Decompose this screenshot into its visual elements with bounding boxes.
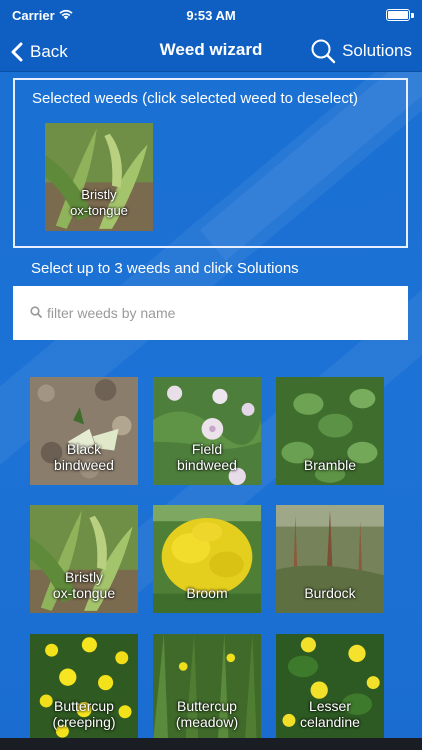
weed-label: Buttercup (meadow) (175, 698, 239, 730)
weed-tile-burdock[interactable]: Burdock (276, 505, 384, 613)
weed-label: Bramble (303, 457, 357, 473)
selected-weed-bristly-ox-tongue[interactable]: Bristly ox-tongue (45, 123, 153, 231)
battery-icon (386, 9, 410, 21)
search-bar (13, 286, 408, 340)
weed-tile-broom[interactable]: Broom (153, 505, 261, 613)
search-input[interactable] (47, 300, 397, 326)
selected-weed-label: Bristly ox-tongue (70, 187, 128, 218)
navigation-bar: Back Weed wizard Solutions (0, 32, 422, 72)
weed-tile-lesser-celandine[interactable]: Lesser celandine (276, 634, 384, 742)
weed-tile-buttercup-creeping[interactable]: Buttercup (creeping) (30, 634, 138, 742)
clock-label: 9:53 AM (186, 8, 236, 23)
selected-weeds-title: Selected weeds (click selected weed to d… (32, 90, 359, 107)
weed-tile-bramble[interactable]: Bramble (276, 377, 384, 485)
weed-label: Broom (186, 585, 228, 601)
magnifier-icon (30, 306, 42, 318)
weed-tile-black-bindweed[interactable]: Black bindweed (30, 377, 138, 485)
status-bar: Carrier 9:53 AM (0, 0, 422, 32)
weed-label: Bristly ox-tongue (52, 569, 116, 601)
weed-label: Black bindweed (54, 441, 114, 473)
weed-tile-bristly-ox-tongue[interactable]: Bristly ox-tongue (30, 505, 138, 613)
weed-tile-field-bindweed[interactable]: Field bindweed (153, 377, 261, 485)
weed-label: Buttercup (creeping) (52, 698, 116, 730)
search-icon (311, 39, 336, 64)
bottom-edge (0, 738, 422, 750)
weed-label: Burdock (304, 585, 356, 601)
instructions-text: Select up to 3 weeds and click Solutions (31, 260, 299, 277)
weed-label: Field bindweed (177, 441, 237, 473)
battery-tip (411, 13, 414, 18)
solutions-button[interactable]: Solutions (310, 35, 412, 67)
app-screen: Carrier 9:53 AM Back Weed wizard Solutio… (0, 0, 422, 750)
solutions-label: Solutions (342, 41, 412, 60)
selected-weeds-panel: Selected weeds (click selected weed to d… (13, 78, 408, 248)
back-button[interactable]: Back (10, 38, 68, 66)
chevron-left-icon (11, 42, 23, 62)
weed-tile-buttercup-meadow[interactable]: Buttercup (meadow) (153, 634, 261, 742)
back-label: Back (30, 42, 68, 61)
weed-label: Lesser celandine (300, 698, 360, 730)
